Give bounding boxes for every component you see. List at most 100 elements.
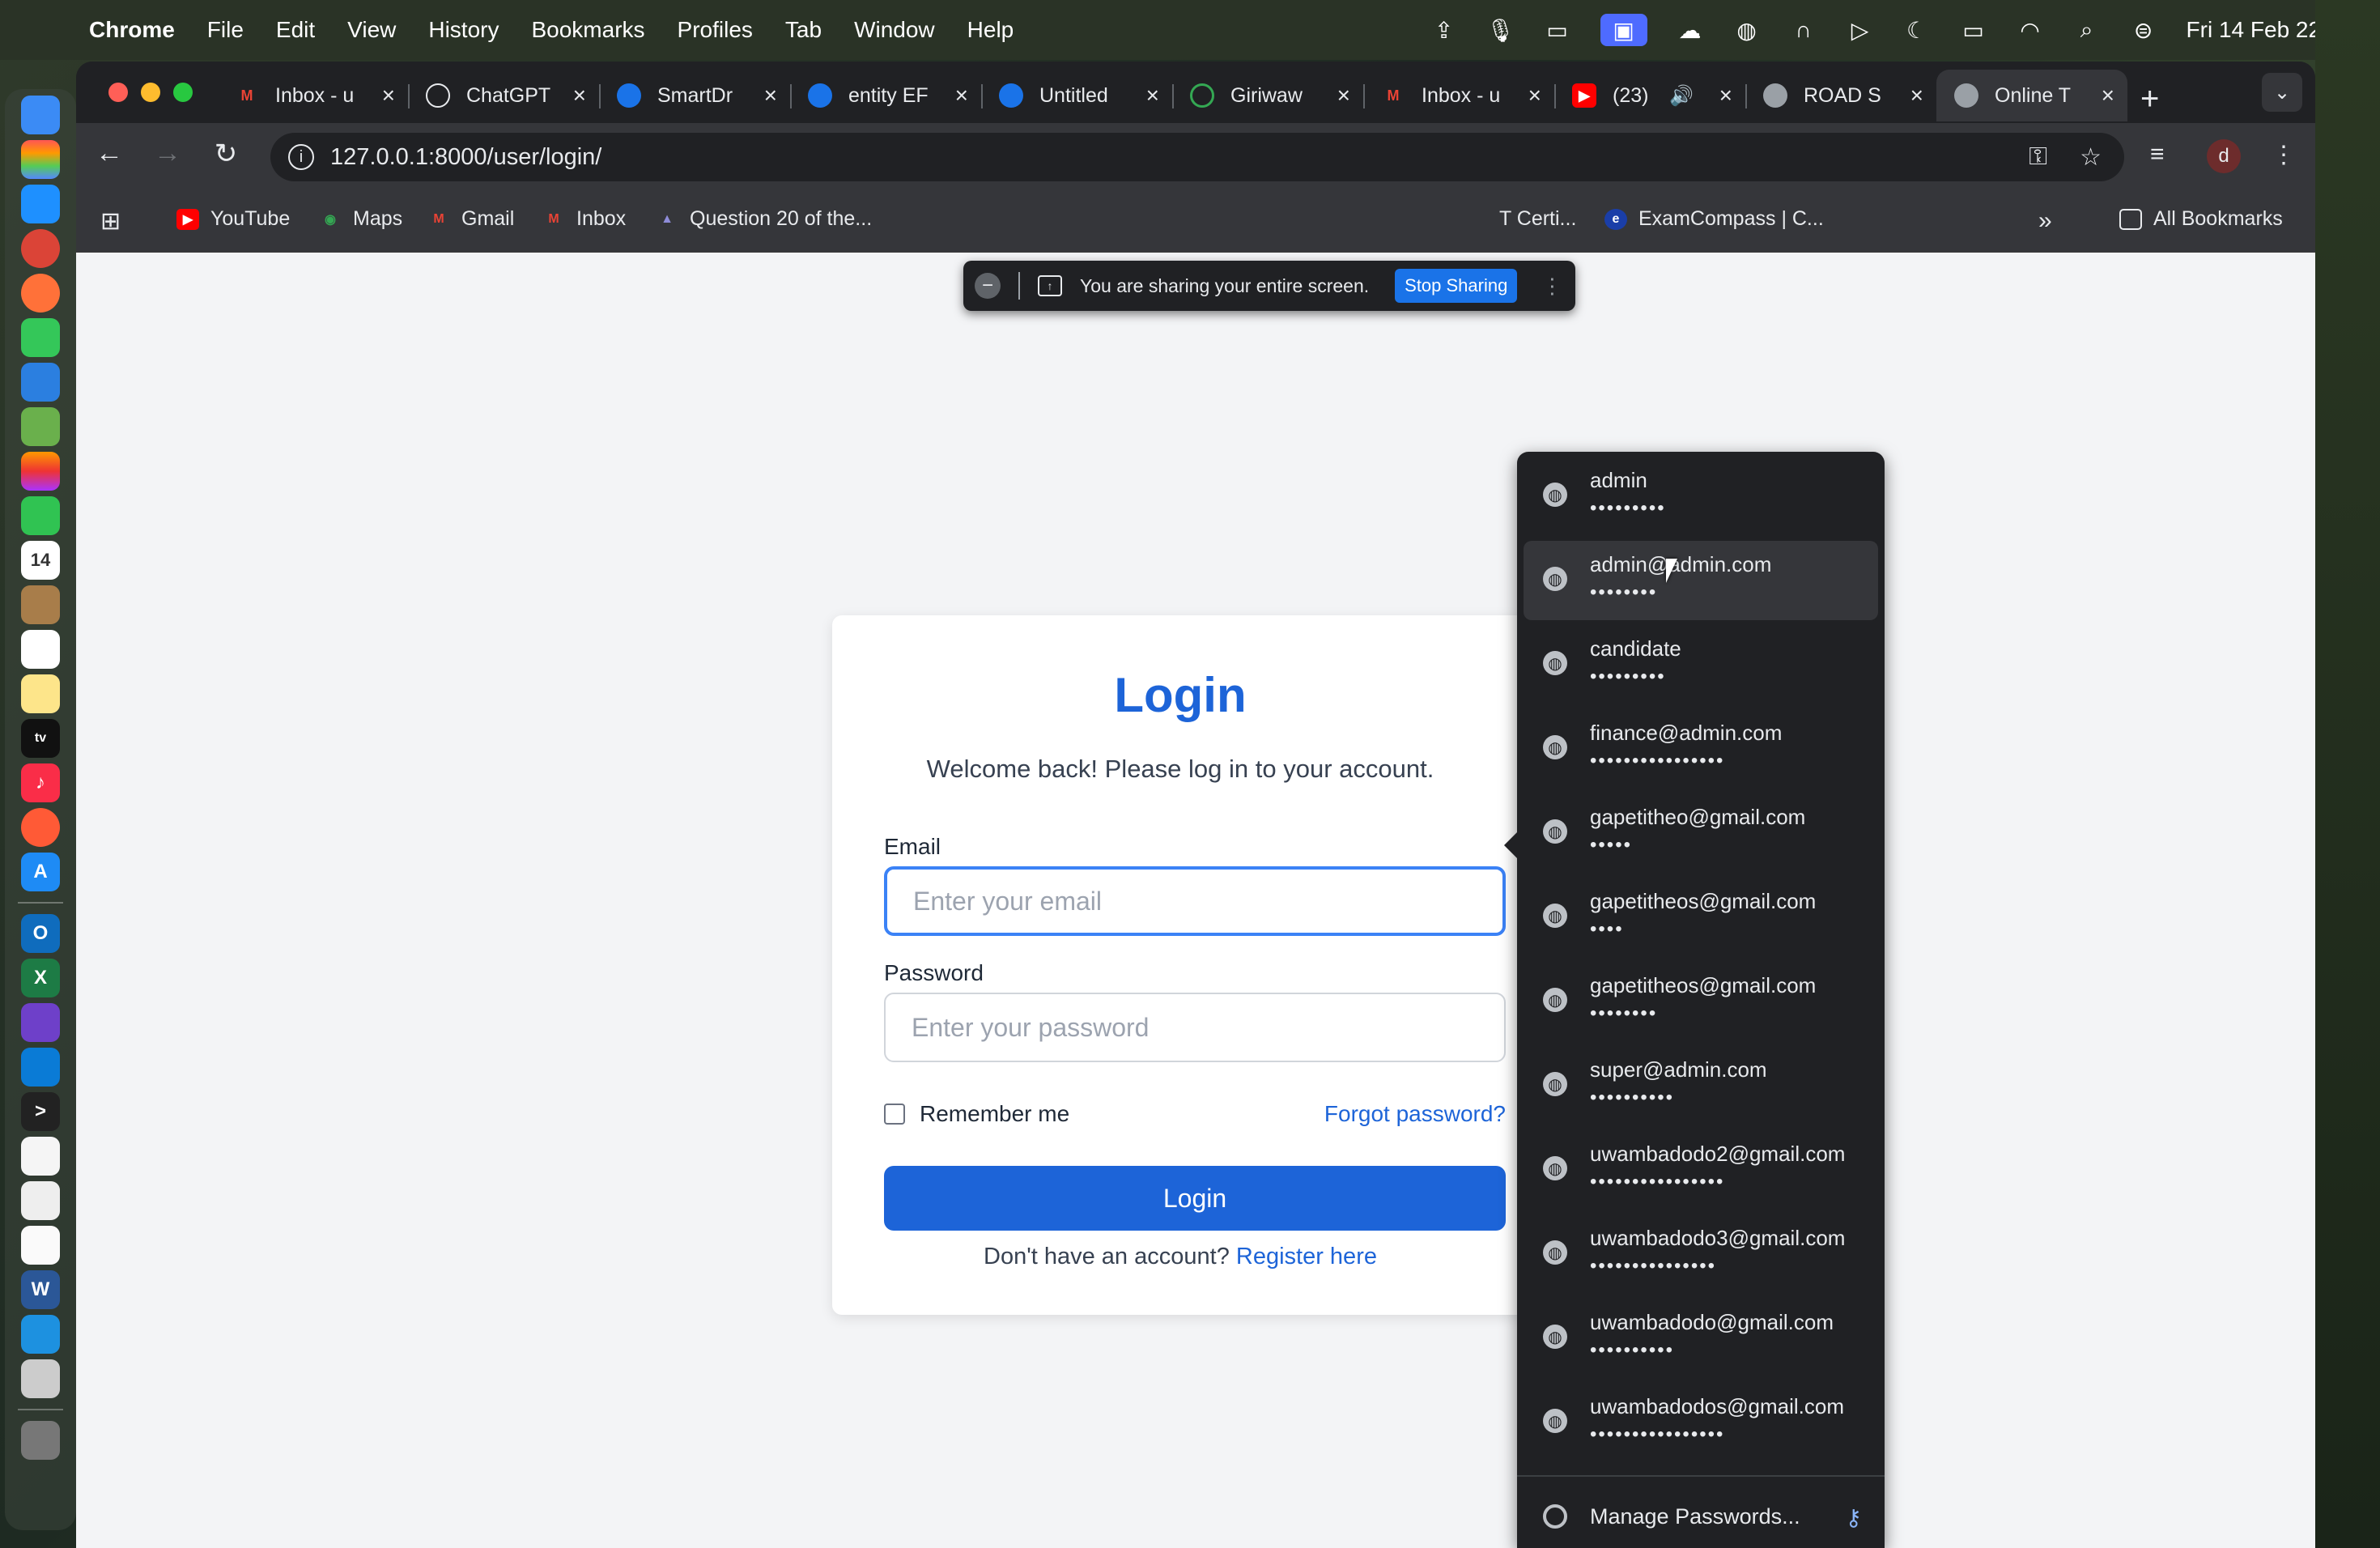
saved-password-item[interactable]: ◍ finance@admin.com •••••••••••••••• xyxy=(1524,709,1878,789)
battery-icon[interactable]: ▭ xyxy=(1960,16,1987,44)
site-info-icon[interactable]: i xyxy=(288,144,314,170)
reminders-icon[interactable] xyxy=(21,630,60,669)
database-icon[interactable] xyxy=(21,1359,60,1398)
menu-history[interactable]: History xyxy=(428,17,499,43)
script-editor-icon[interactable] xyxy=(21,1181,60,1220)
facetime-icon[interactable] xyxy=(21,496,60,535)
menu-window[interactable]: Window xyxy=(854,17,935,43)
maps-icon[interactable] xyxy=(21,407,60,446)
stop-sharing-button[interactable]: Stop Sharing xyxy=(1395,269,1518,303)
calendar-icon[interactable]: 14 xyxy=(21,541,60,580)
saved-password-item[interactable]: ◍ admin@admin.com •••••••• xyxy=(1524,541,1878,620)
drag-handle-icon[interactable]: ⋮ xyxy=(1541,274,1562,299)
password-field[interactable]: Enter your password xyxy=(884,993,1506,1062)
tab-close-icon[interactable]: × xyxy=(1910,83,1923,108)
tab-close-icon[interactable]: × xyxy=(955,83,968,108)
new-tab-button[interactable]: + xyxy=(2140,81,2159,117)
saved-password-item[interactable]: ◍ gapetitheos@gmail.com •••• xyxy=(1524,878,1878,957)
tab-online-active[interactable]: Online T × xyxy=(1936,70,2127,121)
chrome-icon[interactable] xyxy=(21,229,60,268)
apps-grid-icon[interactable]: ⊞ xyxy=(100,207,121,236)
app-store-icon[interactable]: A xyxy=(21,853,60,891)
saved-password-item[interactable]: ◍ uwambadodos@gmail.com •••••••••••••••• xyxy=(1524,1383,1878,1462)
address-bar[interactable]: i 127.0.0.1:8000/user/login/ ⚿ ☆ xyxy=(270,133,2124,181)
camera-icon[interactable]: ▭ xyxy=(1544,16,1571,44)
tab-close-icon[interactable]: × xyxy=(382,83,395,108)
tab-inbox-1[interactable]: M Inbox - u × xyxy=(217,70,410,121)
menu-edit[interactable]: Edit xyxy=(276,17,315,43)
saved-password-item[interactable]: ◍ gapetitheo@gmail.com ••••• xyxy=(1524,793,1878,873)
slack-icon[interactable] xyxy=(21,1137,60,1176)
bookmark-gmail[interactable]: M Gmail xyxy=(427,207,514,231)
vpn-globe-icon[interactable]: ◍ xyxy=(1733,16,1761,44)
saved-password-item[interactable]: ◍ uwambadodo2@gmail.com •••••••••••••••• xyxy=(1524,1130,1878,1210)
profile-avatar[interactable]: d xyxy=(2207,139,2241,173)
tab-inbox-2[interactable]: M Inbox - u × xyxy=(1363,70,1556,121)
menu-help[interactable]: Help xyxy=(967,17,1014,43)
remember-checkbox[interactable] xyxy=(884,1104,905,1125)
tab-search-button[interactable]: ⌄ xyxy=(2262,73,2302,112)
login-button[interactable]: Login xyxy=(884,1166,1506,1231)
tab-close-icon[interactable]: × xyxy=(1528,83,1541,108)
email-field[interactable]: Enter your email xyxy=(884,866,1506,936)
saved-password-item[interactable]: ◍ uwambadodo@gmail.com •••••••••• xyxy=(1524,1299,1878,1378)
word-icon[interactable]: W xyxy=(21,1270,60,1309)
menu-file[interactable]: File xyxy=(207,17,244,43)
menu-view[interactable]: View xyxy=(347,17,396,43)
menu-tab[interactable]: Tab xyxy=(785,17,822,43)
vscode-icon[interactable] xyxy=(21,1048,60,1087)
finder-icon[interactable] xyxy=(21,96,60,134)
url-text[interactable]: 127.0.0.1:8000/user/login/ xyxy=(330,144,601,171)
bookmark-cert[interactable]: T Certi... xyxy=(1499,207,1576,231)
terminal-icon[interactable]: > xyxy=(21,1092,60,1131)
menu-profiles[interactable]: Profiles xyxy=(678,17,753,43)
bookmark-star-icon[interactable]: ☆ xyxy=(2080,143,2102,172)
minimize-sharing-icon[interactable]: − xyxy=(975,273,1001,299)
trash-icon[interactable] xyxy=(21,1421,60,1460)
saved-password-item[interactable]: ◍ candidate ••••••••• xyxy=(1524,625,1878,704)
close-window-button[interactable] xyxy=(108,83,128,102)
bookmark-inbox[interactable]: M Inbox xyxy=(542,207,626,231)
saved-password-item[interactable]: ◍ uwambadodo3@gmail.com ••••••••••••••• xyxy=(1524,1214,1878,1294)
tab-road[interactable]: ROAD S × xyxy=(1745,70,1936,121)
tab-smartdraw[interactable]: SmartDr × xyxy=(599,70,792,121)
screen-share-icon[interactable]: ⇪ xyxy=(1430,16,1458,44)
tab-giriwaw[interactable]: Giriwaw × xyxy=(1172,70,1365,121)
spotlight-search-icon[interactable]: ⌕ xyxy=(2073,16,2101,44)
headphones-icon[interactable]: ∩ xyxy=(1790,16,1817,44)
mail-icon[interactable] xyxy=(21,363,60,402)
control-center-icon[interactable]: ⊜ xyxy=(2130,16,2157,44)
tab-close-icon[interactable]: × xyxy=(1337,83,1350,108)
app-menu[interactable]: Chrome xyxy=(89,17,175,43)
podcasts-icon[interactable] xyxy=(21,808,60,847)
messages-icon[interactable] xyxy=(21,318,60,357)
tab-youtube[interactable]: ▶ (23) 🔊 × xyxy=(1554,70,1747,121)
excel-icon[interactable]: X xyxy=(21,959,60,997)
tab-close-icon[interactable]: × xyxy=(764,83,777,108)
bookmark-question[interactable]: ▲ Question 20 of the... xyxy=(656,207,872,231)
outlook-icon[interactable]: O xyxy=(21,914,60,953)
contacts-icon[interactable] xyxy=(21,585,60,624)
microphone-icon[interactable]: 🎙 xyxy=(1486,16,1515,44)
safari-icon[interactable] xyxy=(21,185,60,223)
docker-icon[interactable] xyxy=(21,1315,60,1354)
firefox-icon[interactable] xyxy=(21,274,60,313)
register-link[interactable]: Register here xyxy=(1236,1244,1377,1269)
bookmark-examcompass[interactable]: e ExamCompass | C... xyxy=(1604,207,1824,231)
password-key-icon[interactable]: ⚿ xyxy=(2029,143,2047,172)
chrome-menu-icon[interactable]: ⋮ xyxy=(2272,141,2296,169)
manage-passwords-item[interactable]: Manage Passwords... ⚷ xyxy=(1524,1491,1878,1548)
tab-close-icon[interactable]: × xyxy=(1719,83,1732,108)
audio-playing-icon[interactable]: 🔊 xyxy=(1669,84,1694,108)
minimize-window-button[interactable] xyxy=(141,83,160,102)
apple-tv-icon[interactable]: tv xyxy=(21,719,60,758)
tab-entity-ef[interactable]: entity EF × xyxy=(790,70,983,121)
forward-button[interactable]: → xyxy=(147,138,188,169)
music-icon[interactable]: ♪ xyxy=(21,763,60,802)
moon-icon[interactable]: ☾ xyxy=(1903,16,1931,44)
tab-close-icon[interactable]: × xyxy=(1146,83,1159,108)
saved-password-item[interactable]: ◍ gapetitheos@gmail.com •••••••• xyxy=(1524,962,1878,1041)
back-button[interactable]: ← xyxy=(89,138,130,169)
menu-bookmarks[interactable]: Bookmarks xyxy=(531,17,644,43)
reload-button[interactable]: ↻ xyxy=(206,138,246,170)
